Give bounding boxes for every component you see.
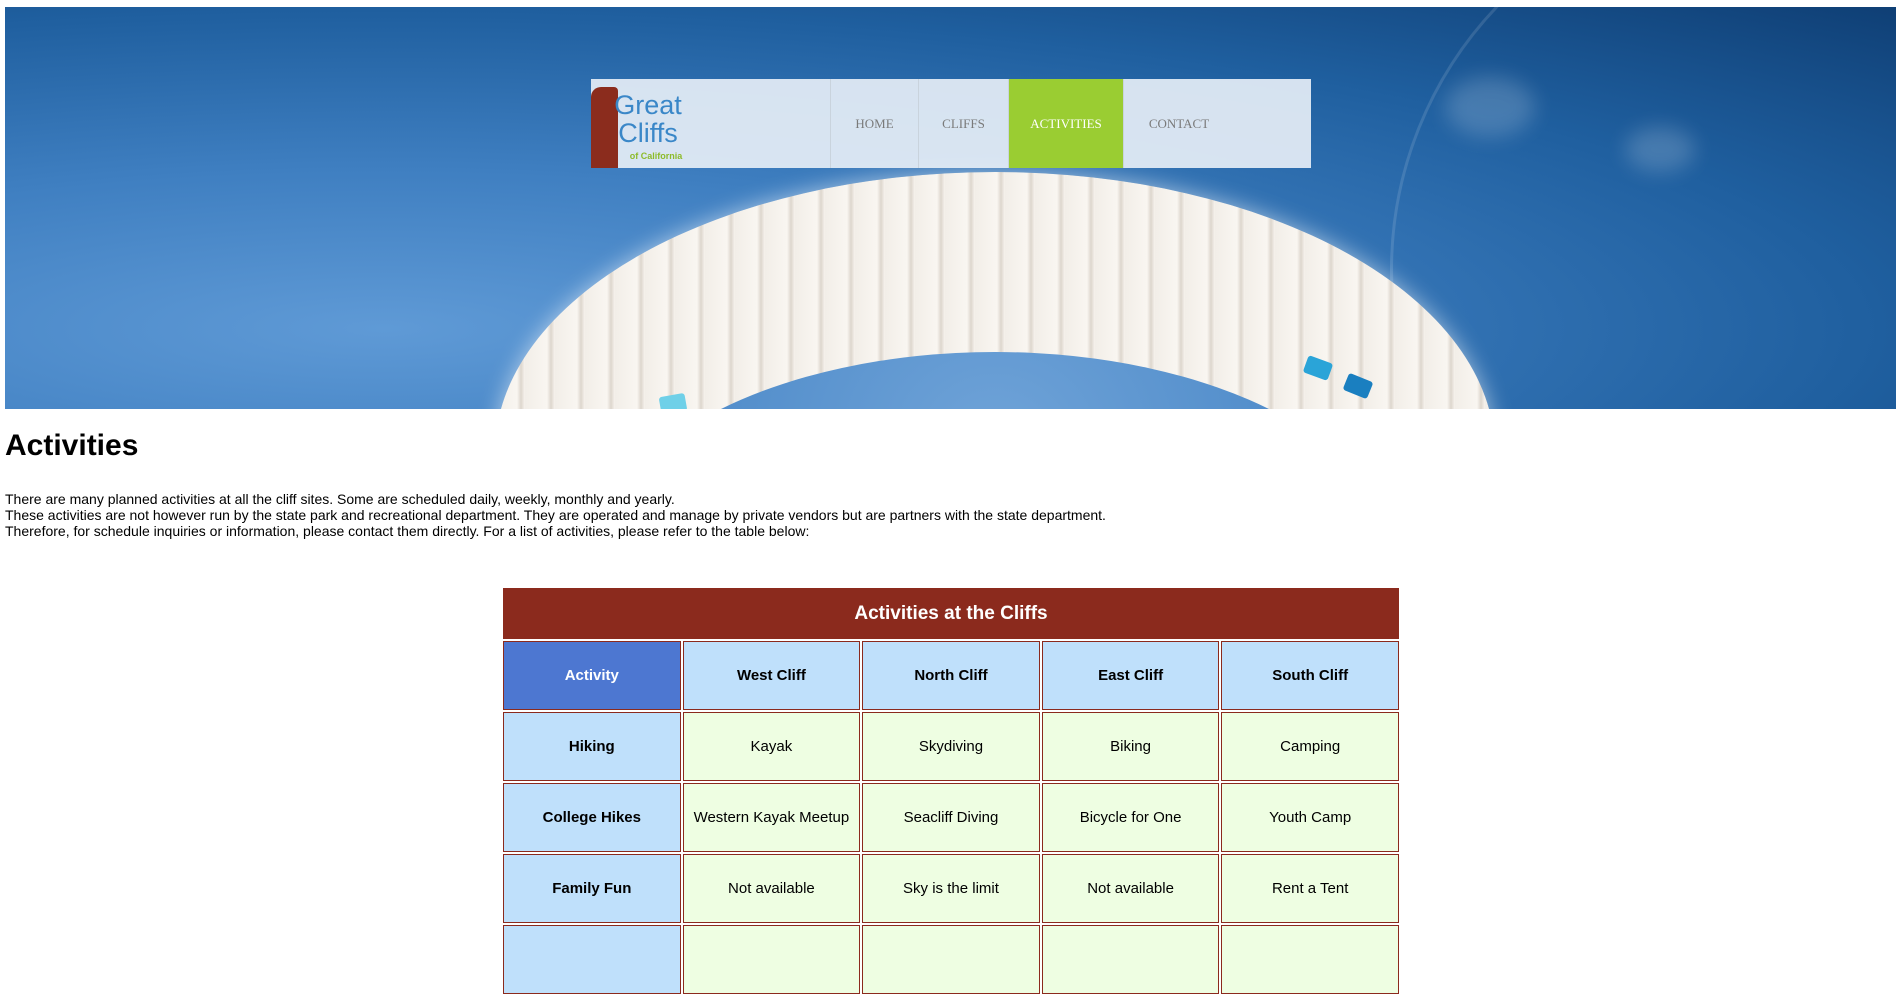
rainbow-arc [1390, 7, 1896, 409]
table-cell [1221, 925, 1399, 994]
table-caption: Activities at the Cliffs [503, 588, 1399, 639]
site-logo[interactable]: Great Cliffs of California [591, 79, 831, 168]
main-navbar: Great Cliffs of California HOME CLIFFS A… [591, 79, 1311, 168]
table-cell [682, 925, 861, 994]
table-cell: Camping [1221, 712, 1399, 781]
hero-banner [5, 7, 1896, 409]
table-cell: Biking [1041, 712, 1220, 781]
cloud [1625, 127, 1695, 172]
row-header: Family Fun [503, 854, 681, 923]
table-row: Hiking Kayak Skydiving Biking Camping [503, 712, 1399, 781]
intro-paragraph: Therefore, for schedule inquiries or inf… [5, 523, 810, 539]
page-title: Activities [5, 429, 139, 462]
table-cell: Youth Camp [1221, 783, 1399, 852]
logo-line-2: Cliffs [618, 118, 678, 148]
nav-home-link[interactable]: HOME [831, 79, 919, 168]
nav-contact-link[interactable]: CONTACT [1124, 79, 1234, 168]
header-activity: Activity [503, 641, 681, 710]
header-south-cliff: South Cliff [1221, 641, 1399, 710]
cloud [1445, 77, 1535, 137]
intro-paragraph: There are many planned activities at all… [5, 491, 675, 507]
intro-paragraph: These activities are not however run by … [5, 507, 1106, 523]
table-cell: Skydiving [862, 712, 1040, 781]
table-row [503, 925, 1399, 994]
logo-line-1: Great [614, 90, 682, 120]
header-north-cliff: North Cliff [862, 641, 1040, 710]
logo-wordmark: Great Cliffs [608, 91, 688, 147]
table-cell: Kayak [682, 712, 861, 781]
header-east-cliff: East Cliff [1041, 641, 1220, 710]
activities-table: Activities at the Cliffs Activity West C… [501, 588, 1401, 996]
table-cell: Seacliff Diving [862, 783, 1040, 852]
row-header: Hiking [503, 712, 681, 781]
table-row: College Hikes Western Kayak Meetup Seacl… [503, 783, 1399, 852]
table-cell: Western Kayak Meetup [682, 783, 861, 852]
table-cell: Sky is the limit [862, 854, 1040, 923]
nav-cliffs-link[interactable]: CLIFFS [919, 79, 1009, 168]
intro-text: There are many planned activities at all… [5, 491, 1895, 539]
table-row: Family Fun Not available Sky is the limi… [503, 854, 1399, 923]
table-cell: Not available [1041, 854, 1220, 923]
table-cell: Not available [682, 854, 861, 923]
row-header: College Hikes [503, 783, 681, 852]
logo-tagline: of California [629, 151, 683, 161]
table-header-row: Activity West Cliff North Cliff East Cli… [503, 641, 1399, 710]
table-cell [1041, 925, 1220, 994]
table-cell [862, 925, 1040, 994]
main-content: Activities There are many planned activi… [5, 428, 1895, 539]
header-west-cliff: West Cliff [682, 641, 861, 710]
table-cell: Bicycle for One [1041, 783, 1220, 852]
nav-activities-link[interactable]: ACTIVITIES [1009, 79, 1124, 168]
table-cell: Rent a Tent [1221, 854, 1399, 923]
row-header [503, 925, 681, 994]
